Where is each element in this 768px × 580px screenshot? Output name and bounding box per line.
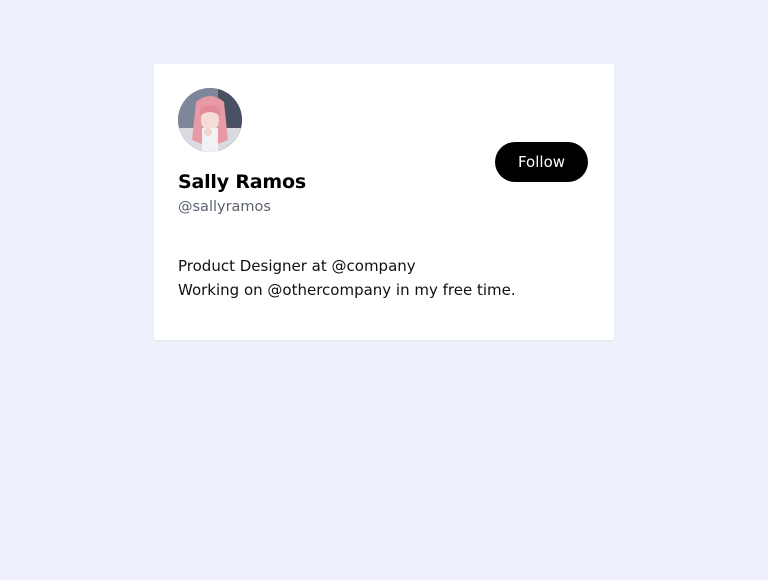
profile-handle: @sallyramos (178, 199, 271, 215)
bio-line: Product Designer at @company (178, 257, 416, 275)
profile-bio: Product Designer at @company Working on … (178, 254, 516, 302)
profile-card: Follow Sally Ramos @sallyramos Product D… (154, 64, 614, 340)
bio-line: Working on @othercompany in my free time… (178, 281, 516, 299)
avatar[interactable] (178, 88, 242, 152)
avatar-image (178, 88, 242, 152)
follow-button[interactable]: Follow (495, 142, 588, 182)
profile-name: Sally Ramos (178, 171, 306, 193)
